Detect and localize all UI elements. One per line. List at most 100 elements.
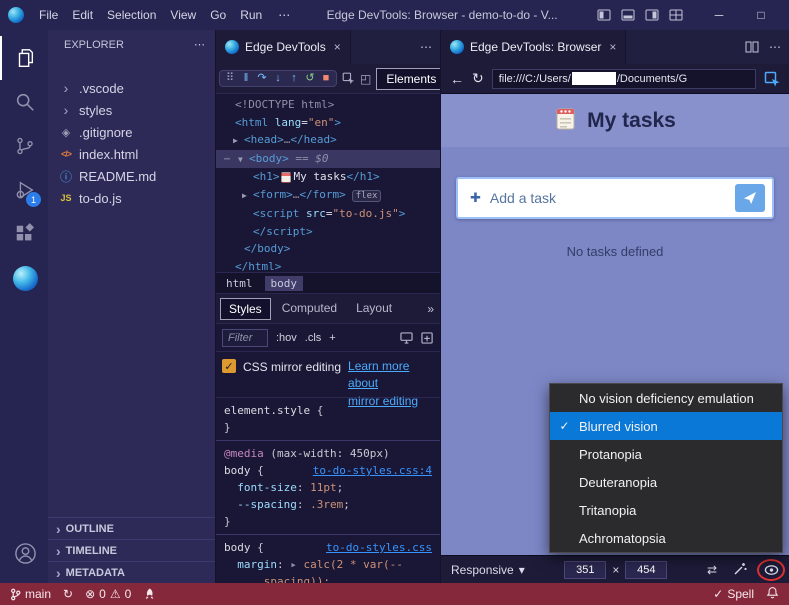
css-line[interactable]: body {to-do-styles.css (216, 539, 440, 556)
tab-styles[interactable]: Styles (220, 298, 271, 320)
file-styles[interactable]: ›styles (48, 99, 215, 121)
toggle-panel-icon[interactable] (621, 8, 635, 22)
menu-run[interactable]: Run (233, 8, 269, 22)
spell-checker-indicator[interactable]: ✓ Spell (713, 587, 754, 601)
dom-node[interactable]: <h1>📒My tasks</h1> (216, 168, 440, 186)
state-button-hov[interactable]: :hov (276, 332, 297, 344)
dom-node[interactable]: </script> (216, 223, 440, 241)
reload-icon[interactable]: ↻ (472, 70, 484, 87)
menu-item-no-vision-deficiency-emulation[interactable]: No vision deficiency emulation (550, 384, 782, 412)
emulation-wand-icon[interactable] (733, 561, 748, 579)
flex-badge[interactable]: flex (352, 190, 382, 202)
tab-edge-devtools[interactable]: Edge DevTools × (216, 30, 351, 64)
new-style-rule-icon[interactable] (421, 332, 434, 344)
menu-item-blurred-vision[interactable]: ✓Blurred vision (550, 412, 782, 440)
debug-launch-icon[interactable] (143, 588, 155, 600)
sync-icon[interactable]: ↻ (63, 587, 73, 601)
dom-node[interactable]: <script src="to-do.js"> (216, 205, 440, 223)
activity-source-control-icon[interactable] (0, 124, 48, 168)
toggle-primary-sidebar-icon[interactable] (597, 8, 611, 22)
css-line[interactable]: } (216, 513, 440, 530)
css-line[interactable]: font-size: 11pt; (216, 479, 440, 496)
pause-icon[interactable]: ‖ (240, 73, 252, 84)
editor-actions-more-icon[interactable]: ⋯ (420, 40, 432, 54)
customize-layout-icon[interactable] (669, 8, 683, 22)
menu-go[interactable]: Go (203, 8, 233, 22)
activity-explorer-icon[interactable] (0, 36, 48, 80)
css-line[interactable]: element.style { (216, 402, 440, 419)
step-out-icon[interactable]: ↑ (288, 73, 300, 84)
activity-edge-devtools-icon[interactable] (0, 256, 48, 300)
accounts-icon[interactable] (0, 531, 48, 575)
menu-edit[interactable]: Edit (65, 8, 100, 22)
activity-extensions-icon[interactable] (0, 212, 48, 256)
screencast-inspect-icon[interactable] (764, 71, 780, 87)
breadcrumb-body[interactable]: body (265, 276, 304, 291)
css-line[interactable]: @media (max-width: 450px) (216, 445, 440, 462)
dom-node[interactable]: ▶<form>…</form>flex (216, 186, 440, 206)
dom-node[interactable]: </body> (216, 240, 440, 258)
url-bar[interactable]: file:///C:/Users/ /Documents/G (492, 69, 756, 89)
menu-item-achromatopsia[interactable]: Achromatopsia (550, 524, 782, 552)
menu-file[interactable]: File (32, 8, 65, 22)
stylesheet-link[interactable]: to-do-styles.css:4 (313, 462, 432, 479)
file-index-html[interactable]: </>index.html (48, 143, 215, 165)
tab-layout[interactable]: Layout (348, 298, 400, 320)
css-line[interactable]: margin: ▸ calc(2 * var(-- (216, 556, 440, 573)
step-into-icon[interactable]: ↓ (272, 73, 284, 84)
close-icon[interactable]: × (334, 40, 341, 54)
menu-view[interactable]: View (163, 8, 203, 22)
add-task-submit-button[interactable] (735, 184, 765, 212)
menu-item-deuteranopia[interactable]: Deuteranopia (550, 468, 782, 496)
menu-selection[interactable]: Selection (100, 8, 163, 22)
restart-icon[interactable]: ↺ (304, 73, 316, 84)
state-button-cls[interactable]: .cls (305, 332, 322, 344)
device-emulation-icon[interactable]: ◰ (360, 72, 371, 86)
twisty-icon[interactable]: ▶ (242, 187, 253, 205)
menu-item-protanopia[interactable]: Protanopia (550, 440, 782, 468)
more-panels-icon[interactable]: » (425, 302, 436, 316)
css-line[interactable]: } (216, 419, 440, 436)
twisty-icon[interactable]: ▶ (233, 132, 244, 150)
dom-node[interactable]: ▶<head>…</head> (216, 131, 440, 150)
viewport-height-input[interactable]: 454 (625, 561, 667, 579)
notifications-bell-icon[interactable] (766, 586, 779, 602)
back-icon[interactable]: ← (450, 71, 464, 87)
menu-item-tritanopia[interactable]: Tritanopia (550, 496, 782, 524)
dom-node[interactable]: <!DOCTYPE html> (216, 96, 440, 114)
vision-deficiency-button[interactable] (764, 564, 779, 576)
rendering-emulation-icon[interactable] (400, 332, 413, 344)
section-timeline[interactable]: ›TIMELINE (48, 539, 215, 561)
file-readme-md[interactable]: ⓘREADME.md (48, 165, 215, 187)
activity-search-icon[interactable] (0, 80, 48, 124)
dom-node[interactable]: ⋯▼<body> == $0 (216, 150, 440, 169)
dom-node[interactable]: <html lang="en"> (216, 114, 440, 132)
minimize-button[interactable]: ─ (699, 8, 739, 22)
tab-elements[interactable]: Elements (376, 68, 446, 90)
node-overflow-icon[interactable]: ⋯ (224, 151, 238, 169)
explorer-more-icon[interactable]: ⋯ (194, 38, 205, 51)
css-line[interactable]: body {to-do-styles.css:4 (216, 462, 440, 479)
rotate-viewport-icon[interactable]: ⇄ (707, 563, 717, 577)
device-mode-dropdown[interactable]: Responsive ▾ (451, 563, 525, 577)
twisty-icon[interactable]: ▼ (238, 151, 249, 169)
tab-computed[interactable]: Computed (274, 298, 345, 320)
section-metadata[interactable]: ›METADATA (48, 561, 215, 583)
breadcrumb-html[interactable]: html (226, 277, 253, 290)
toggle-secondary-sidebar-icon[interactable] (645, 8, 659, 22)
menu-more-icon[interactable]: ⋯ (271, 8, 297, 22)
editor-actions-more-icon[interactable]: ⋯ (769, 40, 781, 54)
section-outline[interactable]: ›OUTLINE (48, 517, 215, 539)
css-line[interactable]: --spacing: .3rem; (216, 496, 440, 513)
split-editor-icon[interactable] (745, 40, 759, 54)
file-vscode[interactable]: ›.vscode (48, 77, 215, 99)
css-line[interactable]: spacing)); (216, 573, 440, 583)
add-task-field[interactable]: ✚ Add a task (456, 177, 774, 219)
close-icon[interactable]: × (609, 40, 616, 54)
css-mirror-checkbox[interactable]: ✓ (222, 359, 236, 373)
file-gitignore[interactable]: ◈.gitignore (48, 121, 215, 143)
maximize-button[interactable]: □ (741, 8, 781, 22)
branch-indicator[interactable]: main (10, 587, 51, 601)
dom-node[interactable]: </html> (216, 258, 440, 273)
stop-icon[interactable]: ■ (320, 73, 332, 84)
